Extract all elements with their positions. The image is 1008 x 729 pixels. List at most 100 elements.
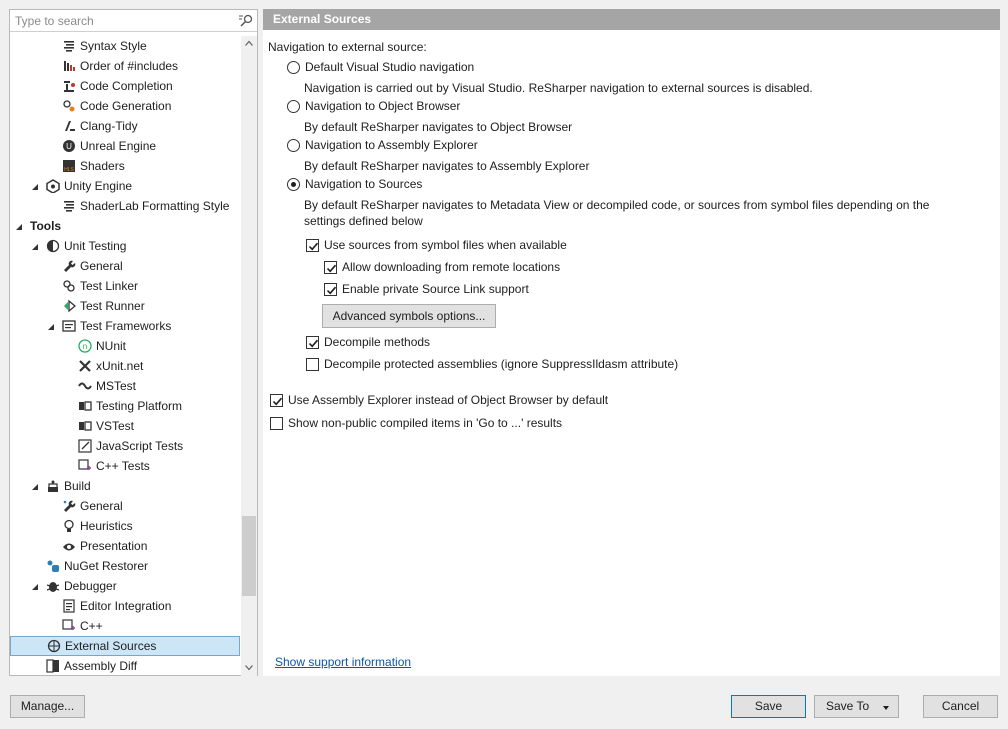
- search-input[interactable]: [12, 12, 234, 30]
- tree-item-label: Code Completion: [80, 79, 173, 93]
- tree-item[interactable]: ShaderLab Formatting Style: [10, 196, 240, 216]
- tree-item[interactable]: C++ Tests: [10, 456, 240, 476]
- checkbox-use-symbol-sources[interactable]: [306, 239, 319, 252]
- tree-item[interactable]: n NUnit: [10, 336, 240, 356]
- radio-default-vs-navigation-label[interactable]: Default Visual Studio navigation: [305, 60, 474, 74]
- checkbox-decompile-protected[interactable]: [306, 358, 319, 371]
- checkbox-enable-source-link-label[interactable]: Enable private Source Link support: [342, 282, 529, 296]
- tree-item-label: C++ Tests: [96, 459, 150, 473]
- radio-navigation-to-sources-label[interactable]: Navigation to Sources: [305, 177, 422, 191]
- checkmark-icon: [326, 264, 337, 273]
- tree-item[interactable]: General: [10, 256, 240, 276]
- tree-item[interactable]: Unity Engine: [10, 176, 240, 196]
- dialog-footer: Manage... Save Save To Cancel: [0, 683, 1008, 729]
- tree-item[interactable]: Unit Testing: [10, 236, 240, 256]
- tree-item[interactable]: Debugger: [10, 576, 240, 596]
- tree-item[interactable]: Clang-Tidy: [10, 116, 240, 136]
- cpp-icon: [62, 619, 76, 633]
- tree-item[interactable]: Assembly Diff: [10, 656, 240, 676]
- tree-item[interactable]: C++: [10, 616, 240, 636]
- search-box: [10, 10, 257, 32]
- tree-item[interactable]: Order of #includes: [10, 56, 240, 76]
- save-to-button[interactable]: Save To: [814, 695, 899, 718]
- tree-item[interactable]: General: [10, 496, 240, 516]
- vstest-icon: [78, 419, 92, 433]
- tree-item[interactable]: Test Frameworks: [10, 316, 240, 336]
- order-includes-icon: [62, 59, 76, 73]
- scroll-down-icon[interactable]: [245, 665, 253, 671]
- manage-button[interactable]: Manage...: [10, 695, 85, 718]
- scrollbar-thumb[interactable]: [242, 516, 256, 596]
- radio-assembly-explorer-label[interactable]: Navigation to Assembly Explorer: [305, 138, 478, 152]
- tree-item[interactable]: MSTest: [10, 376, 240, 396]
- tree-item[interactable]: xUnit.net: [10, 356, 240, 376]
- tree-item[interactable]: HLS Shaders: [10, 156, 240, 176]
- tree-item[interactable]: Editor Integration: [10, 596, 240, 616]
- tree-item[interactable]: Tools: [10, 216, 240, 236]
- save-button[interactable]: Save: [731, 695, 806, 718]
- tree-item[interactable]: Code Generation: [10, 96, 240, 116]
- checkbox-allow-remote-label[interactable]: Allow downloading from remote locations: [342, 260, 560, 274]
- tree-item[interactable]: NuGet Restorer: [10, 556, 240, 576]
- checkbox-show-non-public-label[interactable]: Show non-public compiled items in 'Go to…: [288, 416, 562, 430]
- tree-item-label: External Sources: [65, 639, 157, 653]
- checkmark-icon: [272, 397, 283, 406]
- expand-arrow-icon[interactable]: [30, 581, 40, 591]
- tree-item[interactable]: VSTest: [10, 416, 240, 436]
- tree-item[interactable]: Testing Platform: [10, 396, 240, 416]
- radio-object-browser-label[interactable]: Navigation to Object Browser: [305, 99, 460, 113]
- advanced-symbols-options-button[interactable]: Advanced symbols options...: [322, 304, 496, 328]
- checkbox-decompile-protected-label[interactable]: Decompile protected assemblies (ignore S…: [324, 357, 678, 371]
- tree-item[interactable]: Code Completion: [10, 76, 240, 96]
- radio-default-vs-navigation[interactable]: [287, 61, 300, 74]
- tree-item-label: Syntax Style: [80, 39, 147, 53]
- tree-item[interactable]: JavaScript Tests: [10, 436, 240, 456]
- unity-engine-icon: [46, 179, 60, 194]
- tree-item-label: Testing Platform: [96, 399, 183, 413]
- cancel-button[interactable]: Cancel: [923, 695, 998, 718]
- tree-item[interactable]: Test Linker: [10, 276, 240, 296]
- expand-arrow-icon[interactable]: [14, 221, 24, 231]
- expand-arrow-icon[interactable]: [30, 481, 40, 491]
- expand-arrow-icon[interactable]: [46, 321, 56, 331]
- tree-item[interactable]: Syntax Style: [10, 36, 240, 56]
- tree-item[interactable]: Test Runner: [10, 296, 240, 316]
- tree-item[interactable]: Build: [10, 476, 240, 496]
- tree-item-label: Editor Integration: [80, 599, 172, 613]
- mstest-icon: [78, 379, 92, 393]
- checkbox-use-assembly-explorer[interactable]: [270, 394, 283, 407]
- tree-item-label: xUnit.net: [96, 359, 144, 373]
- radio-object-browser[interactable]: [287, 100, 300, 113]
- checkbox-use-symbol-sources-label[interactable]: Use sources from symbol files when avail…: [324, 238, 567, 252]
- tree-item-label: Shaders: [80, 159, 125, 173]
- checkbox-show-non-public[interactable]: [270, 417, 283, 430]
- checkbox-decompile-methods[interactable]: [306, 336, 319, 349]
- tree-item[interactable]: Heuristics: [10, 516, 240, 536]
- checkbox-use-assembly-explorer-label[interactable]: Use Assembly Explorer instead of Object …: [288, 393, 608, 407]
- expand-arrow-icon[interactable]: [30, 241, 40, 251]
- tree-item[interactable]: External Sources: [10, 636, 240, 656]
- checkbox-enable-source-link[interactable]: [324, 283, 337, 296]
- tree-scrollbar[interactable]: [241, 36, 257, 676]
- tree-item[interactable]: U Unreal Engine: [10, 136, 240, 156]
- syntax-style-icon: [62, 39, 76, 53]
- search-options-icon[interactable]: [238, 13, 254, 29]
- radio-assembly-explorer[interactable]: [287, 139, 300, 152]
- checkbox-allow-remote[interactable]: [324, 261, 337, 274]
- code-generation-icon: [62, 99, 76, 113]
- tree-item[interactable]: Presentation: [10, 536, 240, 556]
- build-general-icon: [62, 499, 76, 513]
- radio-navigation-to-sources[interactable]: [287, 178, 300, 191]
- scroll-up-icon[interactable]: [245, 40, 253, 46]
- expand-arrow-icon[interactable]: [30, 181, 40, 191]
- show-support-information-link[interactable]: Show support information: [275, 655, 411, 669]
- checkbox-decompile-methods-label[interactable]: Decompile methods: [324, 335, 430, 349]
- svg-text:HLS: HLS: [64, 167, 74, 173]
